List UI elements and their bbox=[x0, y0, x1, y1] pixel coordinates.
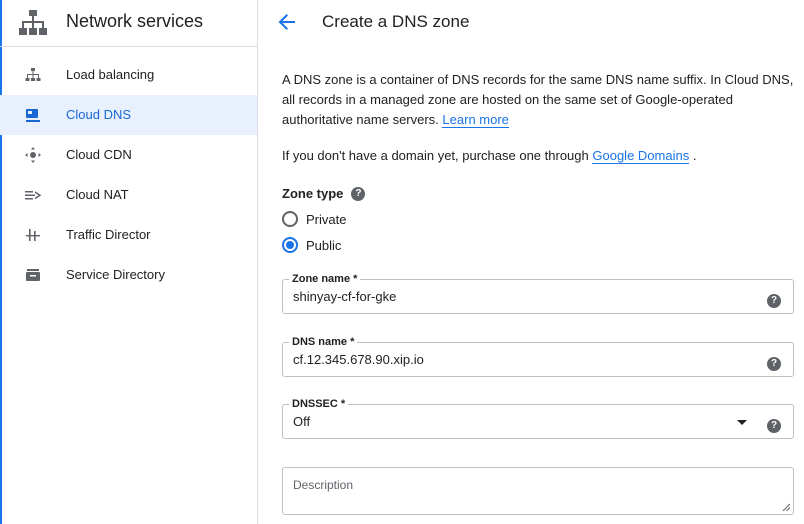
cloud-cdn-icon bbox=[25, 147, 41, 163]
radio-label-public: Public bbox=[306, 237, 342, 253]
dnssec-help[interactable]: ? bbox=[767, 415, 781, 433]
form-content: A DNS zone is a container of DNS records… bbox=[282, 70, 794, 515]
help-icon[interactable]: ? bbox=[767, 357, 781, 371]
domain-hint-text: If you don't have a domain yet, purchase… bbox=[282, 148, 589, 163]
sidebar-item-label: Traffic Director bbox=[66, 227, 151, 242]
dnssec-select[interactable]: DNSSEC * Off ? bbox=[282, 397, 794, 439]
load-balancing-icon bbox=[25, 68, 41, 81]
description-placeholder: Description bbox=[293, 478, 354, 492]
sidebar-item-traffic-director[interactable]: Traffic Director bbox=[0, 215, 257, 255]
zone-type-private-radio[interactable]: Private bbox=[282, 211, 346, 227]
domain-hint: If you don't have a domain yet, purchase… bbox=[282, 146, 696, 166]
help-icon[interactable]: ? bbox=[351, 187, 366, 201]
sidebar-item-label: Service Directory bbox=[66, 267, 165, 282]
zone-name-value[interactable]: shinyay-cf-for-gke bbox=[293, 288, 396, 306]
help-icon[interactable]: ? bbox=[767, 294, 781, 308]
zone-type-heading: Zone type bbox=[282, 186, 344, 201]
radio-unchecked-icon[interactable] bbox=[282, 211, 298, 227]
sidebar-item-label: Cloud DNS bbox=[66, 107, 132, 122]
sidebar-item-load-balancing[interactable]: Load balancing bbox=[0, 55, 257, 95]
resize-handle-icon[interactable] bbox=[782, 503, 790, 511]
service-directory-icon bbox=[26, 269, 40, 281]
sidebar-title: Network services bbox=[66, 11, 204, 31]
zone-name-label: Zone name * bbox=[289, 272, 361, 286]
google-domains-link[interactable]: Google Domains bbox=[592, 148, 690, 164]
sidebar-item-service-directory[interactable]: Service Directory bbox=[0, 255, 257, 295]
main-header: Create a DNS zone bbox=[258, 0, 804, 45]
sidebar-nav: Load balancing Cloud DNS Cloud CDN Cloud… bbox=[0, 55, 257, 295]
cloud-nat-icon bbox=[25, 191, 42, 200]
zone-name-field[interactable]: Zone name * shinyay-cf-for-gke ? bbox=[282, 272, 794, 314]
sidebar-item-label: Cloud CDN bbox=[66, 147, 132, 162]
radio-checked-icon[interactable] bbox=[282, 237, 298, 253]
dns-name-help[interactable]: ? bbox=[767, 353, 781, 371]
intro-text: A DNS zone is a container of DNS records… bbox=[282, 70, 794, 130]
sidebar-item-cloud-nat[interactable]: Cloud NAT bbox=[0, 175, 257, 215]
sidebar: Network services Load balancing Cloud DN… bbox=[0, 0, 258, 524]
sidebar-item-cloud-cdn[interactable]: Cloud CDN bbox=[0, 135, 257, 175]
learn-more-link[interactable]: Learn more bbox=[442, 112, 509, 128]
network-services-icon bbox=[19, 10, 47, 35]
dns-name-label: DNS name * bbox=[289, 335, 358, 349]
page-title: Create a DNS zone bbox=[322, 12, 470, 31]
back-arrow-icon[interactable] bbox=[276, 11, 298, 33]
zone-name-help[interactable]: ? bbox=[767, 290, 781, 308]
zone-type-label: Zone type ? bbox=[282, 185, 366, 203]
domain-hint-suffix: . bbox=[692, 148, 697, 163]
dnssec-value[interactable]: Off bbox=[293, 413, 310, 431]
sidebar-item-label: Cloud NAT bbox=[66, 187, 129, 202]
dns-name-field[interactable]: DNS name * cf.12.345.678.90.xip.io ? bbox=[282, 335, 794, 377]
cloud-dns-icon bbox=[26, 109, 40, 122]
help-icon[interactable]: ? bbox=[767, 419, 781, 433]
dropdown-caret-icon[interactable] bbox=[737, 420, 747, 425]
dnssec-label: DNSSEC * bbox=[289, 397, 349, 411]
sidebar-header: Network services bbox=[0, 0, 257, 47]
intro-paragraph: A DNS zone is a container of DNS records… bbox=[282, 72, 794, 127]
sidebar-item-cloud-dns[interactable]: Cloud DNS bbox=[0, 95, 257, 135]
dns-name-value[interactable]: cf.12.345.678.90.xip.io bbox=[293, 351, 424, 369]
zone-type-public-radio[interactable]: Public bbox=[282, 237, 341, 253]
main-panel: Create a DNS zone A DNS zone is a contai… bbox=[258, 0, 804, 524]
radio-label-private: Private bbox=[306, 211, 347, 227]
sidebar-item-label: Load balancing bbox=[66, 67, 155, 82]
description-textarea[interactable]: Description bbox=[282, 467, 794, 515]
traffic-director-icon bbox=[26, 229, 40, 241]
